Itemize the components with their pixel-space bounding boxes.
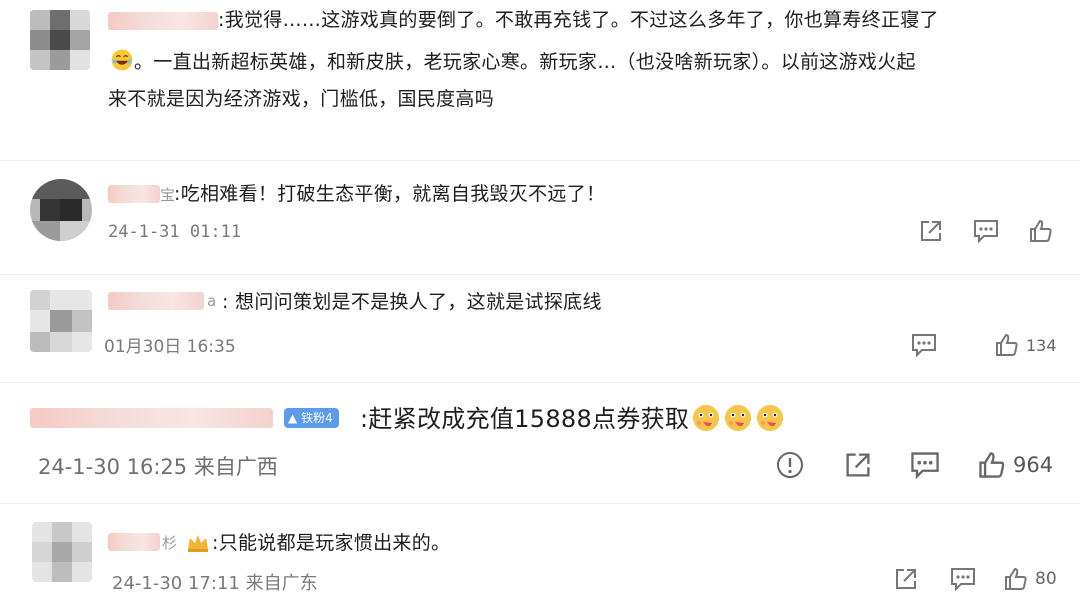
comment-text: :吃相难看！打破生态平衡，就离自我毁灭不远了！ <box>174 183 606 205</box>
comment-1: :我觉得……这游戏真的要倒了。不敢再充钱了。不过这么多年了，你也算寿终正寝了 。… <box>0 0 1080 150</box>
comment-text-line: 。一直出新超标英雄，和新皮肤，老玩家心寒。新玩家…（也没啥新玩家）。以前这游戏火… <box>108 45 916 79</box>
like-count: 134 <box>1026 335 1057 355</box>
like-count: 80 <box>1035 569 1057 589</box>
blurred-username[interactable] <box>108 12 218 30</box>
comment-2: 宝 :吃相难看！打破生态平衡，就离自我毁灭不远了！ 24-1-31 01:11 <box>0 165 1080 265</box>
like-button[interactable]: 964 <box>977 450 1053 480</box>
comment-text-line: :我觉得……这游戏真的要倒了。不敢再充钱了。不过这么多年了，你也算寿终正寝了 <box>218 9 939 31</box>
comment-5: 杉 :只能说都是玩家惯出来的。 24-1-30 17:11 来自广东 80 <box>0 508 1080 610</box>
avatar[interactable] <box>30 290 92 352</box>
share-icon[interactable] <box>918 218 944 244</box>
comment-timestamp: 24-1-31 01:11 <box>108 222 242 242</box>
comment-timestamp: 01月30日 16:35 <box>104 337 236 357</box>
badge-arrow-icon: ▲ <box>288 411 298 425</box>
thumbs-up-icon[interactable] <box>1028 218 1054 244</box>
comment-timestamp: 24-1-30 16:25 来自广西 <box>38 455 278 479</box>
like-button[interactable]: 134 <box>994 332 1057 358</box>
username-suffix: 宝 <box>160 186 176 204</box>
blurred-username[interactable] <box>108 185 160 203</box>
avatar[interactable] <box>30 10 90 70</box>
tongue-emoji-icon <box>757 405 784 431</box>
comment-actions: 964 <box>775 450 1053 480</box>
like-button[interactable]: 80 <box>1003 566 1057 592</box>
report-icon[interactable] <box>775 450 805 480</box>
blurred-username[interactable] <box>30 408 273 428</box>
comment-text: : 想问问策划是不是换人了，这就是试探底线 <box>222 291 602 313</box>
avatar[interactable] <box>32 522 92 582</box>
comment-text: :赶紧改成充值15888点券获取 <box>360 400 785 438</box>
comment-icon[interactable] <box>949 566 977 592</box>
crown-icon <box>188 535 208 552</box>
tongue-emoji-icon <box>725 405 752 431</box>
comment-actions: 80 <box>893 566 1057 592</box>
thumbs-up-icon[interactable] <box>977 450 1007 480</box>
tongue-emoji-icon <box>693 405 720 431</box>
thumbs-up-icon[interactable] <box>994 332 1020 358</box>
comment-timestamp: 24-1-30 17:11 来自广东 <box>112 573 318 594</box>
username-suffix: 杉 <box>162 534 178 552</box>
laughing-emoji-icon <box>111 49 133 71</box>
comment-icon[interactable] <box>910 332 938 358</box>
share-icon[interactable] <box>843 450 873 480</box>
comment-icon[interactable] <box>972 218 1000 244</box>
blurred-username[interactable] <box>108 533 160 551</box>
comment-text: :只能说都是玩家惯出来的。 <box>212 532 451 554</box>
comment-icon[interactable] <box>909 450 941 480</box>
username-suffix: a <box>207 292 217 310</box>
fan-badge[interactable]: ▲ 铁粉4 <box>284 408 339 428</box>
thumbs-up-icon[interactable] <box>1003 566 1029 592</box>
comment-4: ▲ 铁粉4 :赶紧改成充值15888点券获取 24-1-30 16:25 来自广… <box>0 388 1080 498</box>
comment-actions <box>918 218 1054 244</box>
comment-text-line: 来不就是因为经济游戏，门槛低，国民度高吗 <box>108 88 495 110</box>
comment-actions: 134 <box>910 332 1057 358</box>
avatar[interactable] <box>30 179 92 241</box>
comment-3: a : 想问问策划是不是换人了，这就是试探底线 01月30日 16:35 134 <box>0 280 1080 380</box>
like-count: 964 <box>1013 453 1054 477</box>
blurred-username[interactable] <box>108 292 204 310</box>
share-icon[interactable] <box>893 566 919 592</box>
